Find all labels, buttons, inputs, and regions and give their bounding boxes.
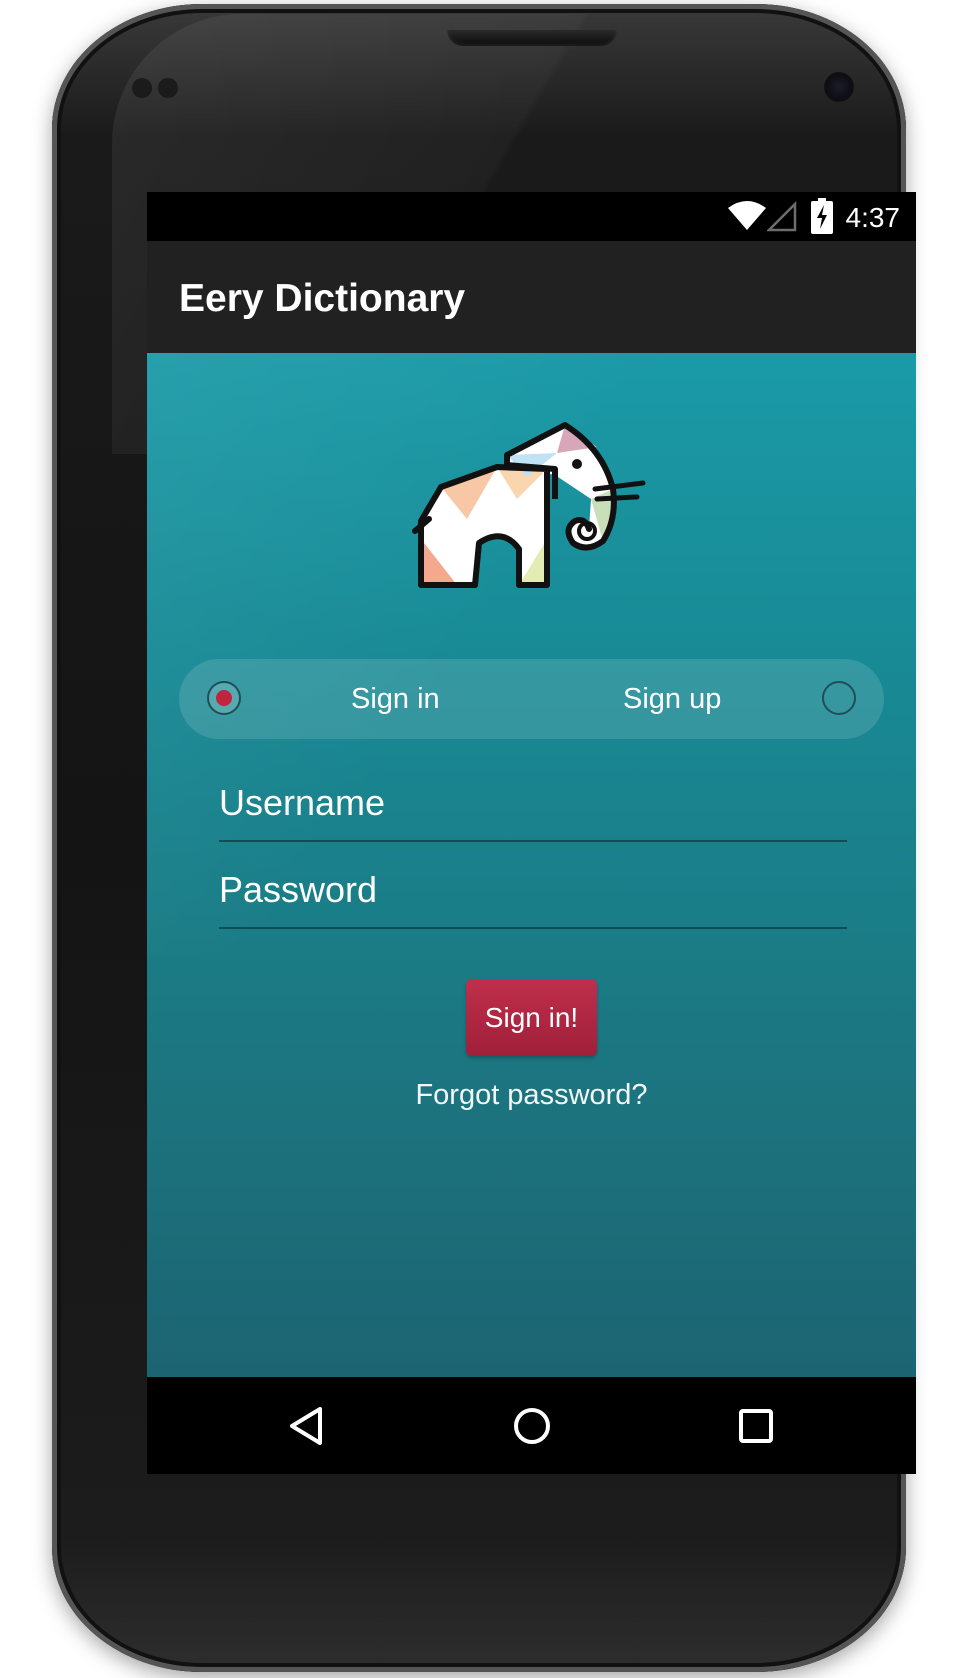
sign-up-radio[interactable] (822, 681, 856, 715)
cell-signal-icon (765, 200, 799, 237)
password-input[interactable] (219, 865, 839, 915)
forgot-password-link[interactable]: Forgot password? (147, 1079, 916, 1112)
status-bar: 4:37 (147, 192, 916, 241)
sign-in-radio-dot (216, 690, 232, 706)
sign-in-screen: Sign in Sign up Sign in! Forgot password… (147, 353, 916, 1377)
sign-in-button[interactable]: Sign in! (466, 979, 597, 1056)
screen: 4:37 Eery Dictionary Sign in Sign up Use… (147, 192, 916, 1474)
back-icon[interactable] (282, 1401, 332, 1451)
wifi-icon (727, 200, 767, 237)
app-title: Eery Dictionary (179, 277, 466, 320)
sign-in-sign-up-toggle: Sign in Sign up (179, 659, 884, 739)
username-input[interactable] (219, 778, 839, 828)
light-sensor (158, 78, 178, 98)
sign-up-option[interactable]: Sign up (623, 683, 721, 716)
navigation-bar (147, 1377, 916, 1474)
battery-charging-icon (811, 198, 833, 239)
home-icon[interactable] (507, 1401, 557, 1451)
phone-frame: 4:37 Eery Dictionary Sign in Sign up Use… (52, 4, 916, 1672)
status-time: 4:37 (845, 202, 901, 233)
recents-icon[interactable] (731, 1401, 781, 1451)
sign-in-option[interactable]: Sign in (351, 683, 440, 716)
username-field (219, 770, 847, 842)
password-field (219, 857, 847, 929)
earpiece-speaker (447, 30, 617, 46)
elephant-logo (412, 422, 646, 588)
sign-in-radio[interactable] (207, 681, 241, 715)
proximity-sensor (132, 78, 152, 98)
front-camera (824, 72, 854, 102)
app-bar: Eery Dictionary (147, 241, 916, 353)
